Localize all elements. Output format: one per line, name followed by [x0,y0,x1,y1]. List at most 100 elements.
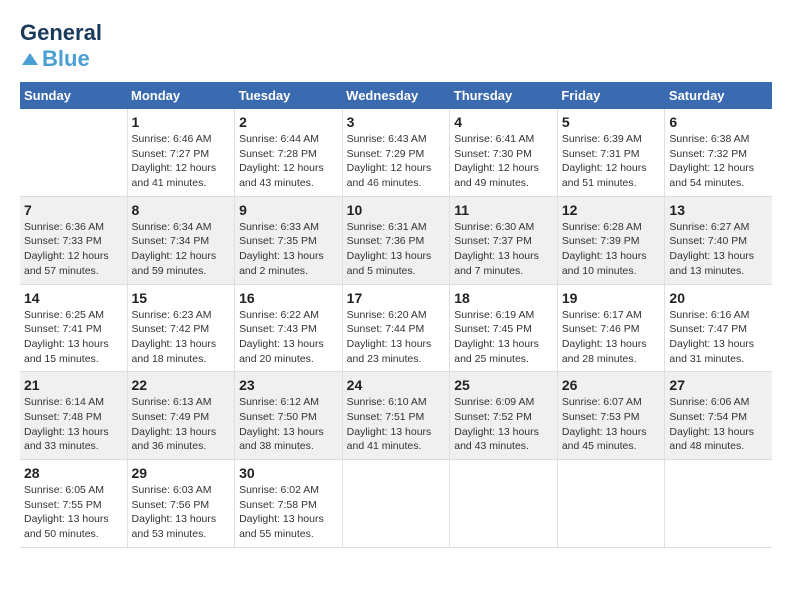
day-info: Sunrise: 6:33 AM Sunset: 7:35 PM Dayligh… [239,220,338,279]
calendar-cell: 20 Sunrise: 6:16 AM Sunset: 7:47 PM Dayli… [665,284,772,372]
calendar-cell [450,460,558,548]
page-header: General Blue [20,20,772,72]
header-monday: Monday [127,82,235,109]
day-info: Sunrise: 6:10 AM Sunset: 7:51 PM Dayligh… [347,395,446,454]
day-info: Sunrise: 6:19 AM Sunset: 7:45 PM Dayligh… [454,308,553,367]
calendar-cell: 22Sunrise: 6:13 AM Sunset: 7:49 PM Dayli… [127,372,235,460]
day-info: Sunrise: 6:31 AM Sunset: 7:36 PM Dayligh… [347,220,446,279]
day-number: 25 [454,377,553,393]
calendar-cell: 25Sunrise: 6:09 AM Sunset: 7:52 PM Dayli… [450,372,558,460]
day-number: 22 [132,377,231,393]
calendar-cell: 1 Sunrise: 6:46 AM Sunset: 7:27 PM Daylig… [127,109,235,196]
week-row-1: 1 Sunrise: 6:46 AM Sunset: 7:27 PM Daylig… [20,109,772,196]
calendar-cell: 23Sunrise: 6:12 AM Sunset: 7:50 PM Dayli… [235,372,343,460]
day-number: 19 [562,290,661,306]
day-info: Sunrise: 6:07 AM Sunset: 7:53 PM Dayligh… [562,395,661,454]
calendar-cell: 2 Sunrise: 6:44 AM Sunset: 7:28 PM Daylig… [235,109,343,196]
week-row-5: 28 Sunrise: 6:05 AM Sunset: 7:55 PM Dayli… [20,460,772,548]
day-info: Sunrise: 6:16 AM Sunset: 7:47 PM Dayligh… [669,308,768,367]
day-number: 26 [562,377,661,393]
calendar-cell: 7 Sunrise: 6:36 AM Sunset: 7:33 PM Daylig… [20,196,127,284]
day-number: 7 [24,202,123,218]
calendar-cell [342,460,450,548]
day-info: Sunrise: 6:03 AM Sunset: 7:56 PM Dayligh… [132,483,231,542]
days-header-row: SundayMondayTuesdayWednesdayThursdayFrid… [20,82,772,109]
calendar-cell: 27 Sunrise: 6:06 AM Sunset: 7:54 PM Dayli… [665,372,772,460]
day-number: 5 [562,114,661,130]
header-tuesday: Tuesday [235,82,343,109]
calendar-cell [557,460,665,548]
day-number: 18 [454,290,553,306]
week-row-3: 14 Sunrise: 6:25 AM Sunset: 7:41 PM Dayli… [20,284,772,372]
calendar-cell: 3 Sunrise: 6:43 AM Sunset: 7:29 PM Daylig… [342,109,450,196]
logo-general: General [20,20,102,46]
calendar-cell: 8Sunrise: 6:34 AM Sunset: 7:34 PM Daylig… [127,196,235,284]
calendar-cell: 13 Sunrise: 6:27 AM Sunset: 7:40 PM Dayli… [665,196,772,284]
day-number: 1 [132,114,231,130]
day-info: Sunrise: 6:38 AM Sunset: 7:32 PM Dayligh… [669,132,768,191]
day-number: 20 [669,290,768,306]
logo-icon [20,51,40,67]
day-number: 10 [347,202,446,218]
day-number: 24 [347,377,446,393]
day-number: 23 [239,377,338,393]
day-info: Sunrise: 6:22 AM Sunset: 7:43 PM Dayligh… [239,308,338,367]
day-info: Sunrise: 6:34 AM Sunset: 7:34 PM Dayligh… [132,220,231,279]
day-info: Sunrise: 6:05 AM Sunset: 7:55 PM Dayligh… [24,483,123,542]
header-saturday: Saturday [665,82,772,109]
day-info: Sunrise: 6:44 AM Sunset: 7:28 PM Dayligh… [239,132,338,191]
day-info: Sunrise: 6:28 AM Sunset: 7:39 PM Dayligh… [562,220,661,279]
day-number: 17 [347,290,446,306]
calendar-cell: 9 Sunrise: 6:33 AM Sunset: 7:35 PM Daylig… [235,196,343,284]
calendar-cell [20,109,127,196]
header-sunday: Sunday [20,82,127,109]
day-number: 28 [24,465,123,481]
calendar-table: SundayMondayTuesdayWednesdayThursdayFrid… [20,82,772,548]
day-info: Sunrise: 6:23 AM Sunset: 7:42 PM Dayligh… [132,308,231,367]
day-number: 30 [239,465,338,481]
day-number: 14 [24,290,123,306]
calendar-cell: 5 Sunrise: 6:39 AM Sunset: 7:31 PM Daylig… [557,109,665,196]
day-number: 3 [347,114,446,130]
calendar-cell: 28 Sunrise: 6:05 AM Sunset: 7:55 PM Dayli… [20,460,127,548]
day-number: 16 [239,290,338,306]
calendar-cell [665,460,772,548]
day-info: Sunrise: 6:43 AM Sunset: 7:29 PM Dayligh… [347,132,446,191]
day-number: 11 [454,202,553,218]
logo-blue: Blue [42,46,90,72]
day-info: Sunrise: 6:27 AM Sunset: 7:40 PM Dayligh… [669,220,768,279]
day-number: 9 [239,202,338,218]
day-info: Sunrise: 6:06 AM Sunset: 7:54 PM Dayligh… [669,395,768,454]
calendar-cell: 11Sunrise: 6:30 AM Sunset: 7:37 PM Dayli… [450,196,558,284]
calendar-cell: 4 Sunrise: 6:41 AM Sunset: 7:30 PM Daylig… [450,109,558,196]
day-number: 15 [132,290,231,306]
day-number: 27 [669,377,768,393]
day-info: Sunrise: 6:25 AM Sunset: 7:41 PM Dayligh… [24,308,123,367]
week-row-2: 7 Sunrise: 6:36 AM Sunset: 7:33 PM Daylig… [20,196,772,284]
day-info: Sunrise: 6:36 AM Sunset: 7:33 PM Dayligh… [24,220,123,279]
day-number: 21 [24,377,123,393]
calendar-cell: 10 Sunrise: 6:31 AM Sunset: 7:36 PM Dayli… [342,196,450,284]
day-info: Sunrise: 6:14 AM Sunset: 7:48 PM Dayligh… [24,395,123,454]
calendar-cell: 14 Sunrise: 6:25 AM Sunset: 7:41 PM Dayli… [20,284,127,372]
day-number: 2 [239,114,338,130]
day-number: 29 [132,465,231,481]
day-info: Sunrise: 6:39 AM Sunset: 7:31 PM Dayligh… [562,132,661,191]
calendar-cell: 26 Sunrise: 6:07 AM Sunset: 7:53 PM Dayli… [557,372,665,460]
calendar-cell: 30Sunrise: 6:02 AM Sunset: 7:58 PM Dayli… [235,460,343,548]
day-info: Sunrise: 6:41 AM Sunset: 7:30 PM Dayligh… [454,132,553,191]
day-number: 12 [562,202,661,218]
day-number: 4 [454,114,553,130]
week-row-4: 21 Sunrise: 6:14 AM Sunset: 7:48 PM Dayli… [20,372,772,460]
calendar-cell: 15 Sunrise: 6:23 AM Sunset: 7:42 PM Dayli… [127,284,235,372]
calendar-cell: 16 Sunrise: 6:22 AM Sunset: 7:43 PM Dayli… [235,284,343,372]
logo: General Blue [20,20,102,72]
calendar-cell: 21 Sunrise: 6:14 AM Sunset: 7:48 PM Dayli… [20,372,127,460]
day-number: 6 [669,114,768,130]
header-thursday: Thursday [450,82,558,109]
calendar-cell: 24 Sunrise: 6:10 AM Sunset: 7:51 PM Dayli… [342,372,450,460]
day-number: 13 [669,202,768,218]
calendar-cell: 17Sunrise: 6:20 AM Sunset: 7:44 PM Dayli… [342,284,450,372]
day-info: Sunrise: 6:46 AM Sunset: 7:27 PM Dayligh… [132,132,231,191]
header-friday: Friday [557,82,665,109]
